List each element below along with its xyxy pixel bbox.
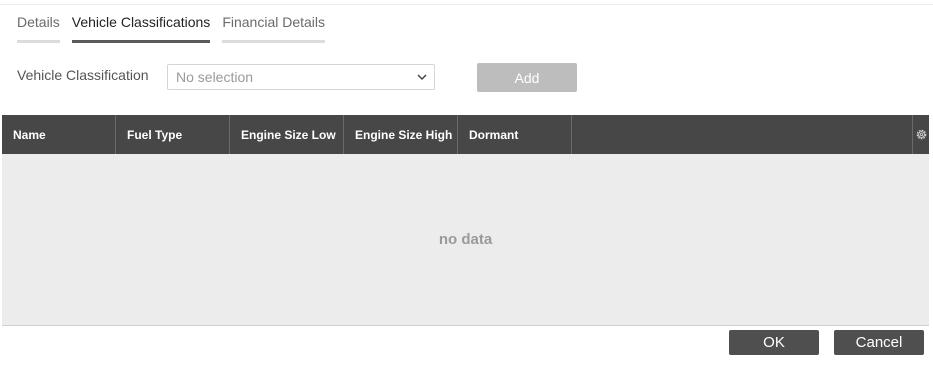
column-header-dormant[interactable]: Dormant [458, 115, 572, 154]
cancel-button[interactable]: Cancel [834, 330, 924, 355]
column-header-engine-size-high[interactable]: Engine Size High [344, 115, 458, 154]
column-settings-button[interactable] [912, 115, 929, 154]
vehicle-classification-label: Vehicle Classification [17, 67, 149, 83]
ok-button[interactable]: OK [729, 330, 819, 355]
tab-vehicle-classifications[interactable]: Vehicle Classifications [71, 14, 211, 43]
tab-bar: Details Vehicle Classifications Financia… [17, 14, 326, 43]
column-header-engine-size-low[interactable]: Engine Size Low [230, 115, 344, 154]
gear-icon [916, 129, 926, 140]
vehicle-classification-select[interactable]: No selection [167, 64, 435, 90]
add-button[interactable]: Add [477, 63, 577, 92]
select-value: No selection [176, 69, 254, 85]
header-filler [572, 115, 912, 154]
grid-header: Name Fuel Type Engine Size Low Engine Si… [2, 115, 929, 154]
vehicle-dialog: Details Vehicle Classifications Financia… [0, 0, 933, 366]
top-divider [0, 4, 933, 5]
grid-bottom-divider [2, 325, 929, 326]
chevron-down-icon [417, 74, 427, 81]
classifications-grid: Name Fuel Type Engine Size Low Engine Si… [2, 115, 929, 325]
tab-details[interactable]: Details [17, 14, 60, 43]
column-header-fuel-type[interactable]: Fuel Type [116, 115, 230, 154]
tab-financial-details[interactable]: Financial Details [222, 14, 326, 43]
empty-state: no data [438, 231, 493, 248]
column-header-name[interactable]: Name [2, 115, 116, 154]
